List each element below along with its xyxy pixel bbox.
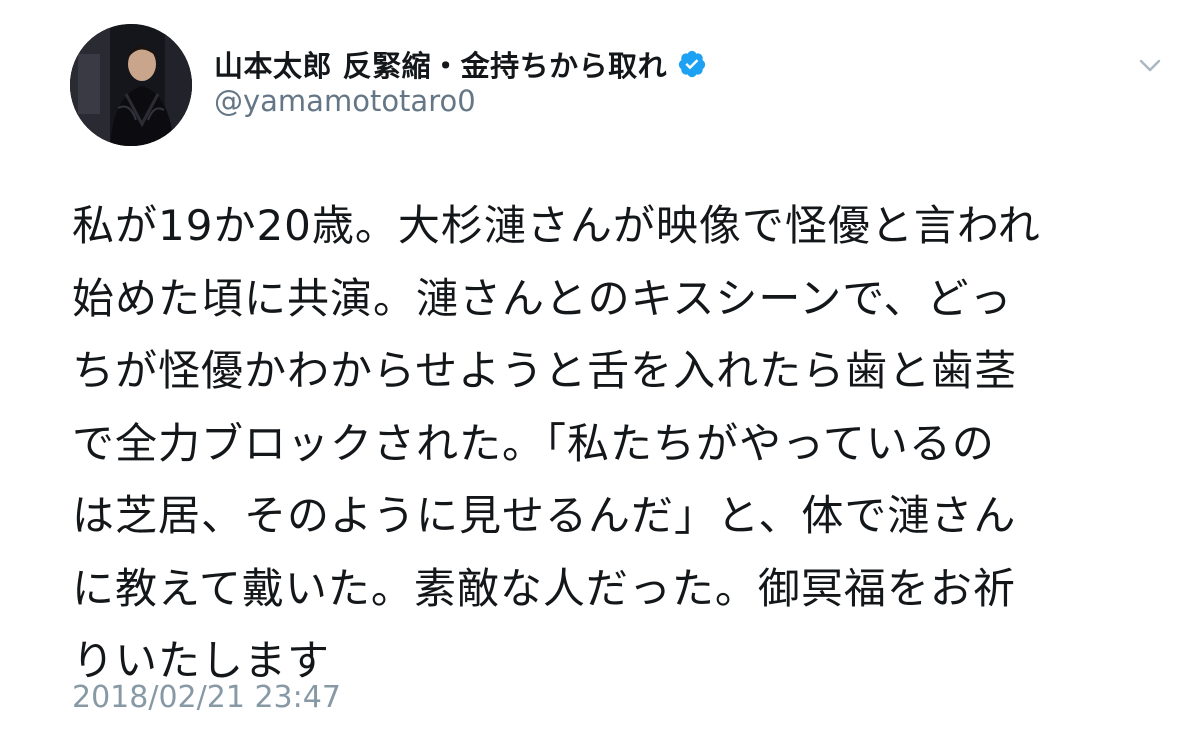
tweet-text-line: 始めた頃に共演。漣さんとのキスシーンで、どっ xyxy=(72,273,1013,323)
tweet-text-line: 私が19か20歳。大杉漣さんが映像で怪優と言われ xyxy=(72,201,1041,250)
tweet-text-line: で全力ブロックされた。「私たちがやっているの xyxy=(72,418,995,468)
tweet-text-line: に教えて戴いた。素敵な人だった。御冥福をお祈 xyxy=(72,563,1016,613)
author-name-row[interactable]: 山本太郎 反緊縮・金持ちから取れ xyxy=(214,42,707,86)
tweet-text-line: は芝居、そのように見せるんだ」と、体で漣さん xyxy=(72,491,1017,540)
author-display-name[interactable]: 山本太郎 反緊縮・金持ちから取れ xyxy=(214,43,667,85)
tweet-text-line: ちが怪優かわからせようと舌を入れたら歯と歯茎 xyxy=(72,346,1018,395)
chevron-down-icon xyxy=(1139,59,1161,72)
tweet: 山本太郎 反緊縮・金持ちから取れ @yamamototaro0 私が19か20歳… xyxy=(0,0,1200,739)
avatar-image xyxy=(70,24,192,146)
tweet-menu-button[interactable] xyxy=(1132,50,1168,80)
tweet-timestamp[interactable]: 2018/02/21 23:47 xyxy=(72,680,341,715)
verified-badge-icon xyxy=(677,49,707,79)
avatar[interactable] xyxy=(70,24,192,146)
author-handle[interactable]: @yamamototaro0 xyxy=(214,84,476,118)
tweet-text: 私が19か20歳。大杉漣さんが映像で怪優と言われ 始めた頃に共演。漣さんとのキス… xyxy=(72,190,1132,698)
